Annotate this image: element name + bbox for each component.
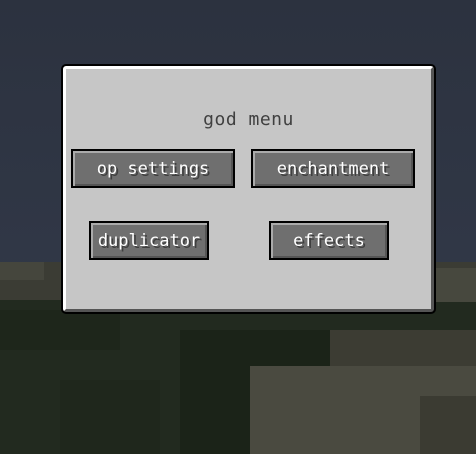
- terrain-block: [430, 268, 476, 302]
- enchantment-button[interactable]: enchantment: [251, 149, 415, 188]
- terrain-block: [0, 310, 120, 350]
- god-menu-dialog: god menu op settings enchantment duplica…: [61, 64, 436, 314]
- effects-button[interactable]: effects: [269, 221, 389, 260]
- menu-title: god menu: [203, 109, 294, 130]
- terrain-block: [60, 380, 160, 454]
- effects-label: effects: [293, 230, 365, 251]
- duplicator-button[interactable]: duplicator: [89, 221, 209, 260]
- op-settings-button[interactable]: op settings: [71, 149, 235, 188]
- op-settings-label: op settings: [96, 158, 210, 179]
- terrain-block: [330, 330, 476, 370]
- terrain-block: [420, 396, 476, 454]
- duplicator-label: duplicator: [97, 230, 201, 251]
- enchantment-label: enchantment: [276, 158, 390, 179]
- terrain-block: [0, 262, 44, 280]
